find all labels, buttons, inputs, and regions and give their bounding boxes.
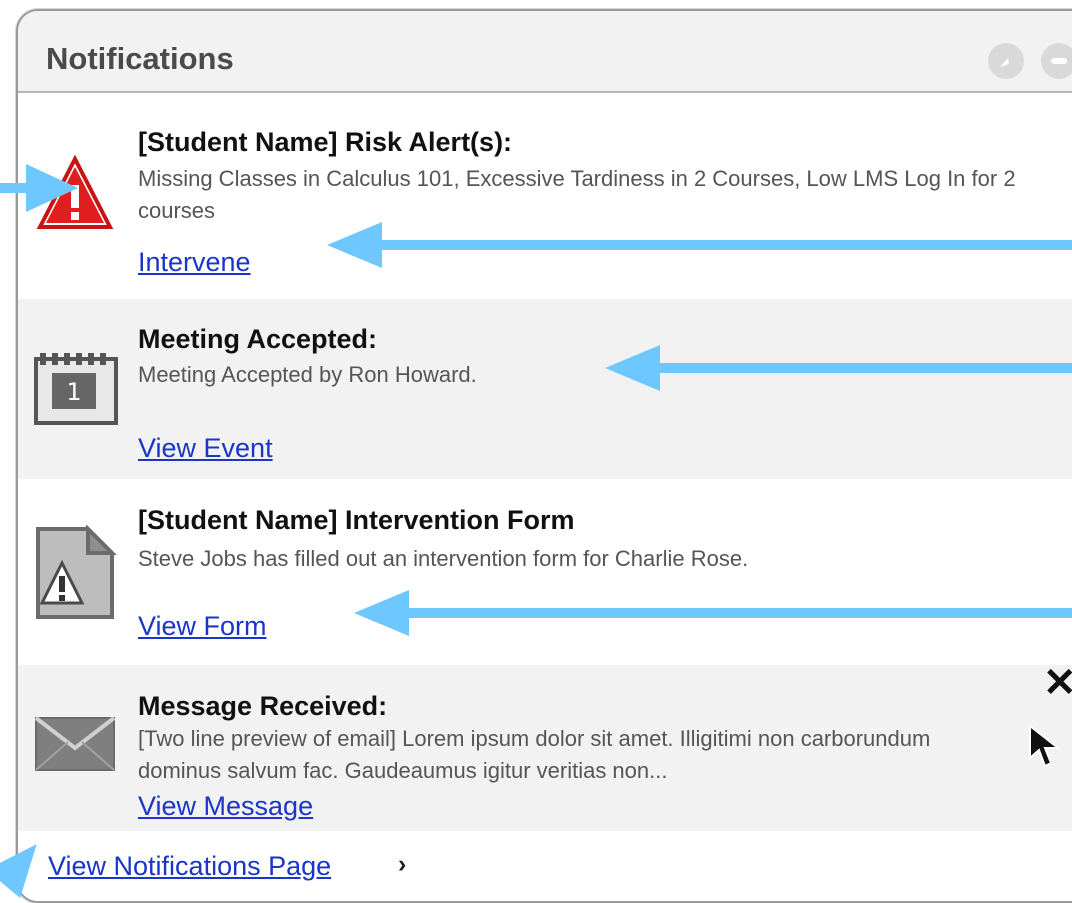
annotation-arrow-meeting bbox=[660, 363, 1072, 373]
message-received-description: [Two line preview of email] Lorem ipsum … bbox=[138, 726, 931, 783]
panel-header: Notifications bbox=[18, 11, 1072, 93]
dismiss-icon[interactable]: ✕ bbox=[1043, 663, 1072, 703]
annotation-arrow-head-warning bbox=[26, 164, 78, 212]
view-notifications-page-link[interactable]: View Notifications Page bbox=[48, 851, 331, 882]
risk-alert-title: [Student Name] Risk Alert(s): bbox=[138, 127, 513, 157]
notification-risk-alert: [Student Name] Risk Alert(s): Missing Cl… bbox=[18, 93, 1072, 299]
notification-intervention-form: [Student Name] Intervention Form Steve J… bbox=[18, 479, 1072, 665]
minus-circle-icon[interactable] bbox=[1041, 43, 1072, 79]
view-form-link[interactable]: View Form bbox=[138, 611, 267, 642]
annotation-arrow-head-intervene bbox=[327, 222, 382, 268]
intervene-link[interactable]: Intervene bbox=[138, 247, 251, 278]
intervention-form-description: Steve Jobs has filled out an interventio… bbox=[138, 546, 749, 571]
intervention-form-title: [Student Name] Intervention Form bbox=[138, 505, 575, 535]
annotation-arrow-warning bbox=[0, 183, 26, 193]
risk-alert-description: Missing Classes in Calculus 101, Excessi… bbox=[138, 166, 1016, 223]
notifications-panel: Notifications [Student Name] Risk Alert(… bbox=[16, 9, 1072, 903]
document-warning-icon bbox=[32, 524, 118, 619]
annotation-arrow-head-meeting bbox=[605, 345, 660, 391]
chevron-right-icon: › bbox=[398, 850, 407, 878]
svg-text:1: 1 bbox=[66, 378, 81, 406]
view-event-link[interactable]: View Event bbox=[138, 433, 273, 464]
panel-title: Notifications bbox=[46, 41, 234, 76]
mouse-cursor-icon bbox=[1027, 723, 1063, 770]
annotation-arrow-head-view-form bbox=[354, 590, 409, 636]
notification-message-received: Message Received: [Two line preview of e… bbox=[18, 665, 1072, 831]
notification-meeting-accepted: 1 Meeting Accepted: Meeting Accepted by … bbox=[18, 299, 1072, 479]
compass-icon[interactable] bbox=[988, 43, 1024, 79]
calendar-icon: 1 bbox=[32, 341, 118, 427]
stage: Notifications [Student Name] Risk Alert(… bbox=[0, 0, 1072, 903]
envelope-icon bbox=[32, 710, 118, 796]
annotation-arrow-intervene bbox=[382, 240, 1072, 250]
annotation-arrow-view-form bbox=[409, 608, 1072, 618]
meeting-accepted-title: Meeting Accepted: bbox=[138, 324, 378, 354]
view-message-link[interactable]: View Message bbox=[138, 791, 313, 822]
message-received-title: Message Received: bbox=[138, 691, 388, 721]
panel-footer: View Notifications Page › bbox=[18, 831, 1072, 901]
